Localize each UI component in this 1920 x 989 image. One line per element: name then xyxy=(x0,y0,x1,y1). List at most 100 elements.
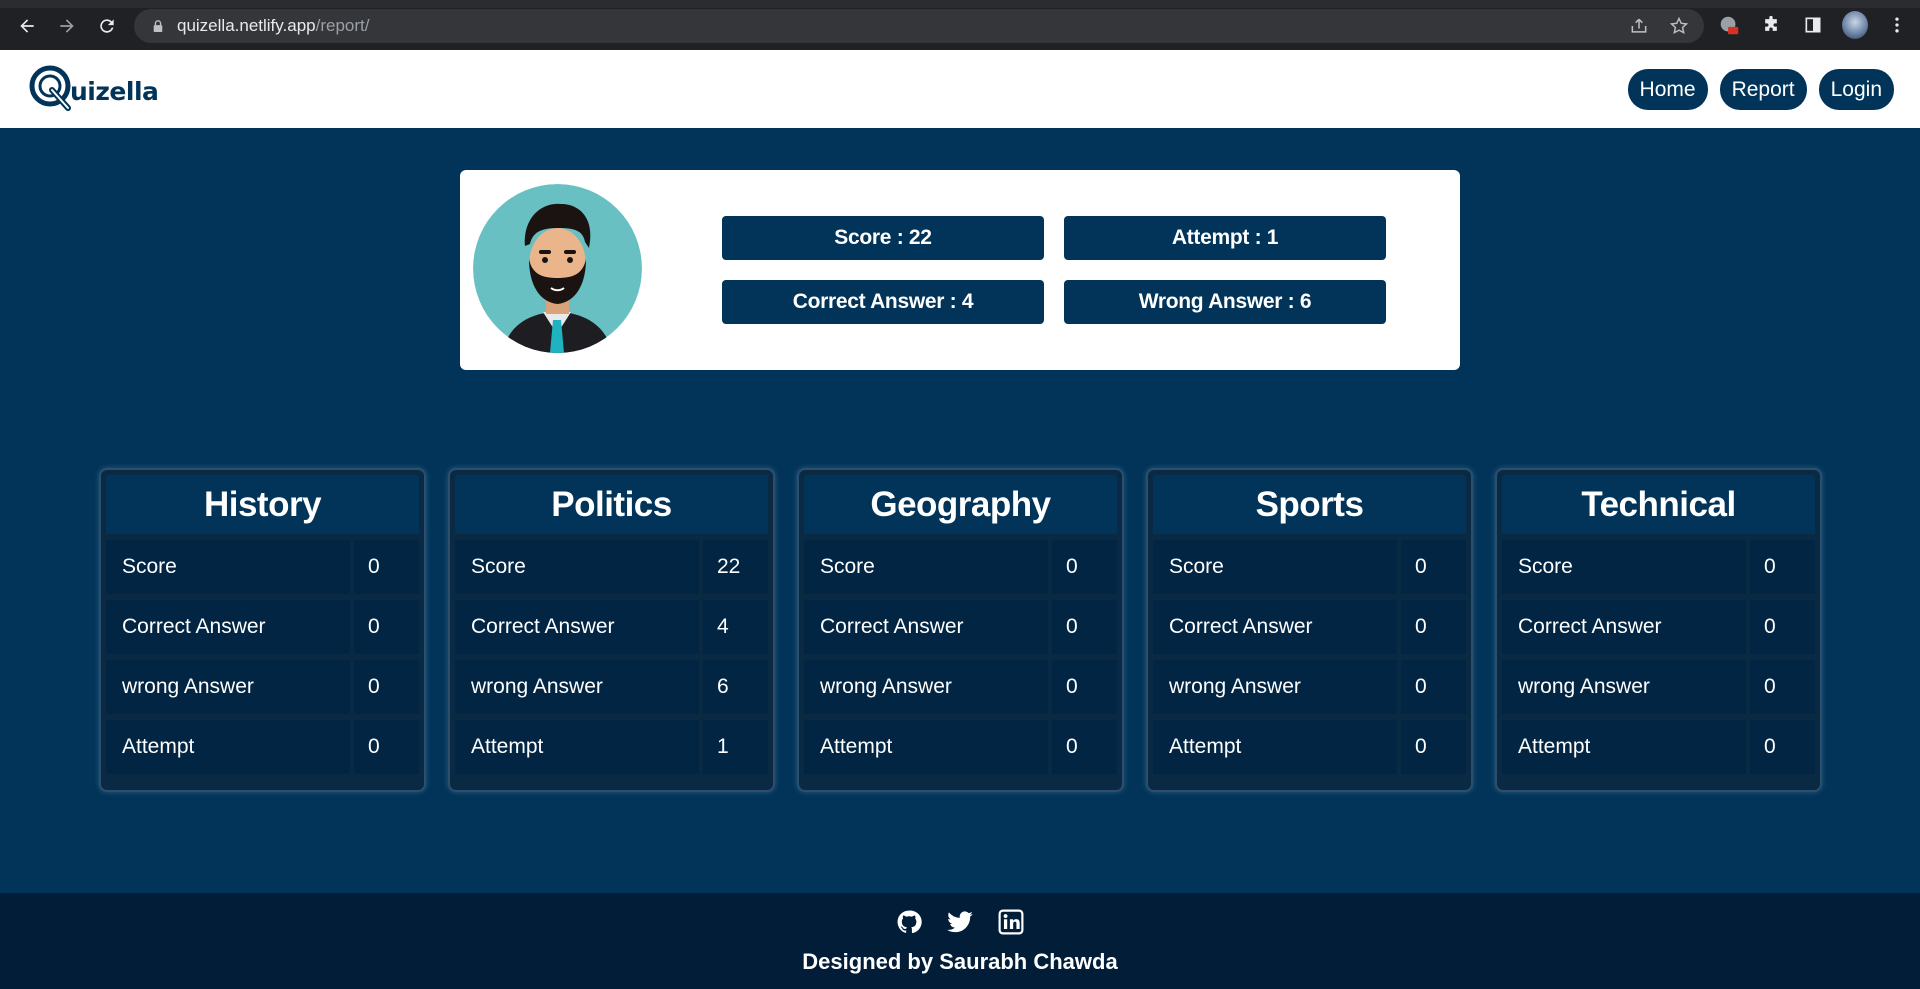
footer-credit: Designed by Saurabh Chawda xyxy=(802,949,1118,974)
table-row: wrong Answer 0 xyxy=(804,660,1117,714)
linkedin-icon[interactable] xyxy=(996,907,1026,937)
table-row: Correct Answer 0 xyxy=(804,600,1117,654)
row-value: 0 xyxy=(1052,660,1117,714)
table-row: Score 0 xyxy=(106,540,419,594)
category-card-geography: Geography Score 0 Correct Answer 0 wrong A… xyxy=(797,468,1124,792)
url-domain: quizella.netlify.app xyxy=(177,16,316,35)
share-icon[interactable] xyxy=(1628,15,1650,37)
site-header: uizella Home Report Login xyxy=(0,50,1920,128)
quizella-logo[interactable]: uizella xyxy=(28,62,159,114)
nav-home-button[interactable]: Home xyxy=(1627,69,1708,110)
extensions-puzzle-icon[interactable] xyxy=(1758,12,1784,38)
table-row: wrong Answer 0 xyxy=(106,660,419,714)
row-value: 1 xyxy=(703,720,768,774)
category-title: Geography xyxy=(804,475,1117,534)
table-row: Correct Answer 4 xyxy=(455,600,768,654)
table-row: Attempt 0 xyxy=(804,720,1117,774)
row-label: Correct Answer xyxy=(1153,600,1397,654)
category-title: Technical xyxy=(1502,475,1815,534)
forward-button[interactable] xyxy=(54,13,80,39)
table-row: Attempt 0 xyxy=(1502,720,1815,774)
bookmark-star-icon[interactable] xyxy=(1668,15,1690,37)
logo-text: uizella xyxy=(70,76,159,106)
category-title: History xyxy=(106,475,419,534)
row-value: 0 xyxy=(1401,720,1466,774)
row-value: 0 xyxy=(1750,660,1815,714)
row-value: 0 xyxy=(354,540,419,594)
table-row: Correct Answer 0 xyxy=(1502,600,1815,654)
category-card-politics: Politics Score 22 Correct Answer 4 wrong A… xyxy=(448,468,775,792)
url-text: quizella.netlify.app/report/ xyxy=(177,16,369,36)
table-row: Score 22 xyxy=(455,540,768,594)
logo-q-icon xyxy=(29,65,71,111)
table-row: Score 0 xyxy=(804,540,1117,594)
arrow-left-icon xyxy=(20,19,34,33)
row-label: Correct Answer xyxy=(1502,600,1746,654)
table-row: wrong Answer 6 xyxy=(455,660,768,714)
twitter-icon[interactable] xyxy=(945,907,975,937)
side-panel-icon[interactable] xyxy=(1800,12,1826,38)
user-avatar xyxy=(473,184,642,353)
profile-summary-card: Score : 22 Attempt : 1 Correct Answer : … xyxy=(460,170,1460,370)
row-label: Correct Answer xyxy=(804,600,1048,654)
profile-avatar[interactable] xyxy=(1842,11,1868,39)
row-value: 0 xyxy=(354,600,419,654)
row-value: 0 xyxy=(1750,540,1815,594)
reload-button[interactable] xyxy=(94,13,120,39)
summary-wrong-answer: Wrong Answer : 6 xyxy=(1064,280,1386,324)
row-label: wrong Answer xyxy=(1153,660,1397,714)
menu-kebab-icon[interactable] xyxy=(1884,12,1910,38)
github-icon[interactable] xyxy=(894,907,924,937)
row-label: Score xyxy=(106,540,350,594)
category-title: Sports xyxy=(1153,475,1466,534)
site-footer: Designed by Saurabh Chawda xyxy=(0,893,1920,989)
table-row: Correct Answer 0 xyxy=(106,600,419,654)
tab-strip xyxy=(0,0,1920,8)
lock-icon xyxy=(151,19,165,33)
arrow-right-icon xyxy=(60,19,74,33)
summary-attempt: Attempt : 1 xyxy=(1064,216,1386,260)
extension-badge-icon[interactable] xyxy=(1716,12,1742,38)
row-label: Attempt xyxy=(1153,720,1397,774)
summary-correct-answer: Correct Answer : 4 xyxy=(722,280,1044,324)
row-label: wrong Answer xyxy=(1502,660,1746,714)
row-value: 0 xyxy=(354,720,419,774)
table-row: wrong Answer 0 xyxy=(1153,660,1466,714)
table-row: Correct Answer 0 xyxy=(1153,600,1466,654)
row-value: 0 xyxy=(1750,720,1815,774)
category-card-sports: Sports Score 0 Correct Answer 0 wrong Answ… xyxy=(1146,468,1473,792)
row-value: 0 xyxy=(1401,540,1466,594)
row-value: 0 xyxy=(1052,720,1117,774)
row-label: Correct Answer xyxy=(455,600,699,654)
row-label: wrong Answer xyxy=(106,660,350,714)
row-value: 0 xyxy=(1401,600,1466,654)
url-path: /report/ xyxy=(315,16,370,35)
table-row: Score 0 xyxy=(1153,540,1466,594)
row-value: 0 xyxy=(1052,600,1117,654)
row-label: Score xyxy=(804,540,1048,594)
table-row: Attempt 0 xyxy=(1153,720,1466,774)
row-value: 22 xyxy=(703,540,768,594)
row-value: 0 xyxy=(354,660,419,714)
summary-score: Score : 22 xyxy=(722,216,1044,260)
nav-report-button[interactable]: Report xyxy=(1719,69,1807,110)
social-links xyxy=(0,907,1920,937)
category-title: Politics xyxy=(455,475,768,534)
row-value: 0 xyxy=(1401,660,1466,714)
row-label: Score xyxy=(1153,540,1397,594)
table-row: Score 0 xyxy=(1502,540,1815,594)
row-label: Score xyxy=(1502,540,1746,594)
row-label: Attempt xyxy=(106,720,350,774)
row-value: 6 xyxy=(703,660,768,714)
reload-icon xyxy=(100,19,114,33)
category-card-history: History Score 0 Correct Answer 0 wrong Ans… xyxy=(99,468,426,792)
back-button[interactable] xyxy=(14,13,40,39)
address-bar[interactable]: quizella.netlify.app/report/ xyxy=(134,9,1704,43)
row-label: Correct Answer xyxy=(106,600,350,654)
main-nav: Home Report Login xyxy=(1627,69,1894,110)
row-label: wrong Answer xyxy=(804,660,1048,714)
row-label: wrong Answer xyxy=(455,660,699,714)
nav-login-button[interactable]: Login xyxy=(1818,69,1894,110)
category-card-technical: Technical Score 0 Correct Answer 0 wrong A… xyxy=(1495,468,1822,792)
row-value: 0 xyxy=(1052,540,1117,594)
